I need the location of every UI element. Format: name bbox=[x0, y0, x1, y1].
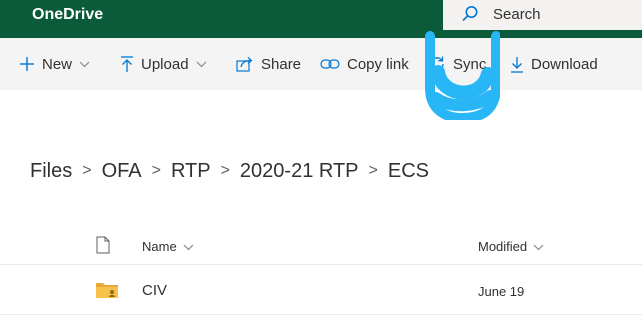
upload-button[interactable]: Upload bbox=[120, 52, 207, 76]
copy-link-button[interactable]: Copy link bbox=[320, 52, 409, 76]
search-box[interactable]: Search bbox=[443, 0, 642, 30]
download-button[interactable]: Download bbox=[510, 52, 598, 76]
chevron-down-icon bbox=[183, 239, 194, 254]
file-modified: June 19 bbox=[478, 284, 525, 299]
search-icon bbox=[461, 5, 479, 23]
download-label: Download bbox=[531, 55, 598, 73]
breadcrumb-separator: > bbox=[151, 162, 161, 179]
chevron-down-icon bbox=[196, 61, 207, 68]
breadcrumb-separator: > bbox=[82, 162, 92, 179]
file-name[interactable]: CIV bbox=[142, 282, 167, 299]
breadcrumb-separator: > bbox=[368, 162, 378, 179]
column-header-modified[interactable]: Modified bbox=[478, 239, 544, 254]
suite-bar: OneDrive Search bbox=[0, 0, 642, 38]
column-header-name-label: Name bbox=[142, 239, 177, 254]
upload-icon bbox=[120, 55, 134, 73]
plus-icon bbox=[19, 56, 35, 72]
app-title[interactable]: OneDrive bbox=[32, 6, 103, 24]
share-icon bbox=[236, 56, 254, 72]
sync-button[interactable]: Sync bbox=[428, 52, 486, 76]
sync-icon bbox=[428, 55, 446, 73]
new-label: New bbox=[42, 55, 73, 73]
breadcrumb-item-files[interactable]: Files bbox=[30, 160, 72, 183]
column-header-name[interactable]: Name bbox=[142, 239, 194, 254]
breadcrumb-item-2020-21-rtp[interactable]: 2020-21 RTP bbox=[240, 160, 359, 183]
breadcrumb-separator: > bbox=[220, 162, 230, 179]
breadcrumb-item-ecs: ECS bbox=[387, 159, 429, 182]
copy-link-label: Copy link bbox=[347, 55, 409, 73]
sync-label: Sync bbox=[453, 55, 487, 73]
file-list-header: Name Modified bbox=[0, 230, 642, 265]
share-button[interactable]: Share bbox=[236, 52, 301, 76]
share-label: Share bbox=[261, 55, 302, 73]
list-item[interactable]: CIV June 19 bbox=[0, 266, 642, 315]
download-icon bbox=[510, 56, 524, 73]
shared-folder-icon bbox=[95, 281, 119, 304]
chevron-down-icon bbox=[79, 61, 90, 68]
breadcrumb: Files > OFA > RTP > 2020-21 RTP > ECS bbox=[30, 157, 429, 185]
upload-label: Upload bbox=[141, 55, 189, 73]
breadcrumb-item-rtp[interactable]: RTP bbox=[171, 160, 211, 183]
column-header-modified-label: Modified bbox=[478, 239, 528, 254]
file-type-icon[interactable] bbox=[96, 236, 110, 259]
new-button[interactable]: New bbox=[19, 52, 90, 76]
command-bar: New Upload Share Copy link Sync Download bbox=[0, 38, 642, 90]
chevron-down-icon bbox=[533, 239, 544, 254]
breadcrumb-item-ofa[interactable]: OFA bbox=[102, 160, 142, 183]
link-icon bbox=[320, 57, 340, 71]
search-label: Search bbox=[493, 6, 541, 23]
